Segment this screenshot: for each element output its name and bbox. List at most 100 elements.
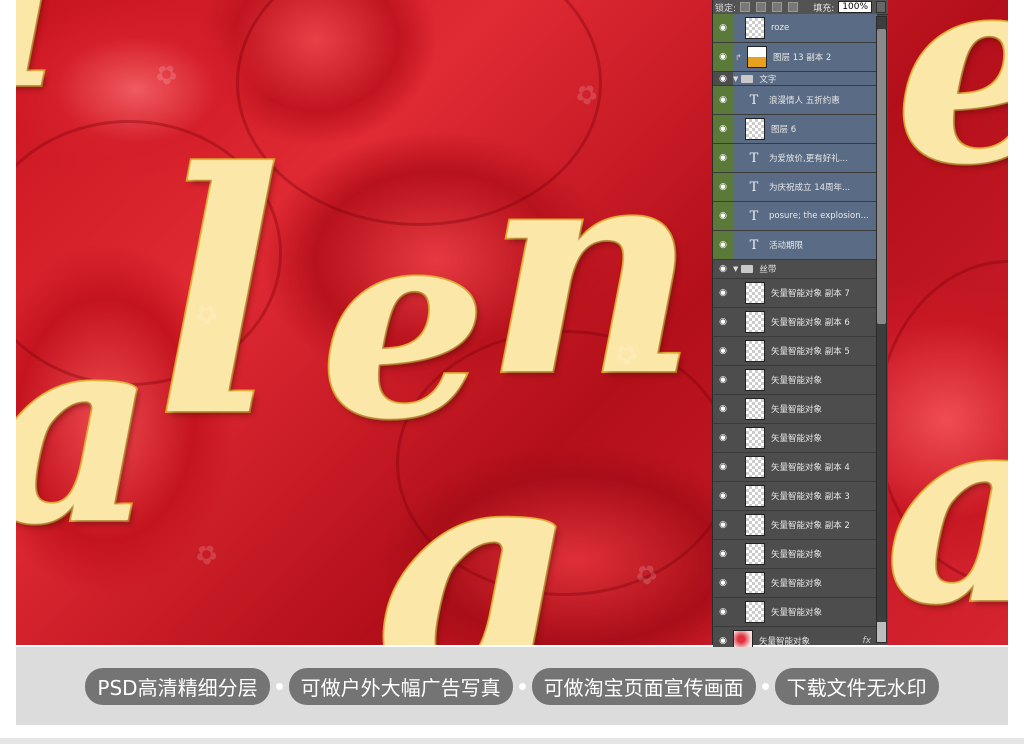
visibility-eye-icon[interactable]: ◉ [713,482,733,510]
layer-name: 图层 6 [771,125,797,135]
layer-name: 矢量智能对象 副本 6 [771,318,850,328]
text-layer-icon: T [749,208,759,224]
layer-thumbnail [745,340,765,362]
visibility-eye-icon[interactable]: ◉ [713,144,733,172]
lock-transparent-icon[interactable] [740,2,751,12]
layer-row[interactable]: ◉ T 浪漫情人 五折约惠 [713,86,877,115]
layer-name: 为爱放价,更有好礼... [769,154,848,164]
visibility-eye-icon[interactable]: ◉ [713,231,733,259]
feature-pill: 下载文件无水印 [774,667,939,705]
layer-row[interactable]: ◉ roze [713,14,877,43]
footer-strip [0,738,1024,744]
script-letter-a: a [16,298,156,562]
visibility-eye-icon[interactable]: ◉ [713,540,733,568]
visibility-eye-icon[interactable]: ◉ [713,395,733,423]
fill-input[interactable]: 100% [838,1,872,13]
layer-thumbnail [745,282,765,304]
layer-name: 活动期限 [769,241,804,251]
visibility-eye-icon[interactable]: ◉ [713,43,733,71]
lock-image-icon[interactable] [756,2,767,12]
visibility-eye-icon[interactable]: ◉ [713,569,733,597]
layer-row[interactable]: ◉ T 为庆祝成立 14周年... [713,173,877,202]
visibility-eye-icon[interactable]: ◉ [713,260,733,278]
layer-row[interactable]: ◉ T 活动期限 [713,231,877,260]
layer-row[interactable]: ◉ 矢量智能对象 [713,424,877,453]
script-letter-bottom-a: a [374,393,579,645]
layer-name: posure; the explosion... [769,211,869,221]
folder-icon [741,74,754,83]
layer-name: 矢量智能对象 [759,637,811,647]
layer-row[interactable]: ◉ 矢量智能对象 副本 3 [713,482,877,511]
layer-thumbnail [745,485,765,507]
lock-all-icon[interactable] [788,2,799,12]
layer-list: ◉ roze ◉ ↱ 图层 13 副本 2 ◉ ▼ 文字 ◉ T 浪漫情人 五折… [713,14,877,656]
layer-row[interactable]: ◉ 矢量智能对象 [713,569,877,598]
layer-group-row[interactable]: ◉ ▼ 丝带 [713,260,877,279]
visibility-eye-icon[interactable]: ◉ [713,511,733,539]
layer-row[interactable]: ◉ 矢量智能对象 副本 7 [713,279,877,308]
layer-row[interactable]: ◉ 矢量智能对象 [713,598,877,627]
layer-name: 矢量智能对象 [771,579,823,589]
separator-dot [518,682,526,690]
visibility-eye-icon[interactable]: ◉ [713,72,733,85]
visibility-eye-icon[interactable]: ◉ [713,337,733,365]
layer-thumbnail [745,17,765,39]
visibility-eye-icon[interactable]: ◉ [713,86,733,114]
layers-scrollbar[interactable] [876,16,887,643]
text-layer-icon: T [749,237,759,253]
visibility-eye-icon[interactable]: ◉ [713,424,733,452]
layer-effects-icon[interactable]: fx [863,636,872,646]
visibility-eye-icon[interactable]: ◉ [713,598,733,626]
visibility-eye-icon[interactable]: ◉ [713,453,733,481]
clip-link-icon: ↱ [735,52,742,62]
feature-pills: PSD高清精细分层 可做户外大幅广告写真 可做淘宝页面宣传画面 下载文件无水印 [16,647,1008,725]
layer-row[interactable]: ◉ 矢量智能对象 [713,395,877,424]
visibility-eye-icon[interactable]: ◉ [713,279,733,307]
layer-row[interactable]: ◉ 矢量智能对象 副本 6 [713,308,877,337]
layer-name: 矢量智能对象 副本 3 [771,492,850,502]
lock-label: 锁定: [715,3,737,14]
visibility-eye-icon[interactable]: ◉ [713,202,733,230]
layer-row[interactable]: ◉ ↱ 图层 13 副本 2 [713,43,877,72]
layer-group-row[interactable]: ◉ ▼ 文字 [713,72,877,86]
expand-arrow-icon[interactable]: ▼ [733,265,738,273]
layer-thumbnail [745,118,765,140]
fill-dropdown-button[interactable] [876,1,886,13]
layer-name: 矢量智能对象 副本 2 [771,521,850,531]
layer-name: 为庆祝成立 14周年... [769,183,851,193]
layer-name: 矢量智能对象 副本 7 [771,289,850,299]
layer-row[interactable]: ◉ 图层 6 [713,115,877,144]
layer-row[interactable]: ◉ 矢量智能对象 副本 2 [713,511,877,540]
visibility-eye-icon[interactable]: ◉ [713,14,733,42]
layer-row[interactable]: ◉ 矢量智能对象 副本 5 [713,337,877,366]
expand-arrow-icon[interactable]: ▼ [733,75,738,83]
lock-position-icon[interactable] [772,2,783,12]
layer-thumbnail [745,572,765,594]
visibility-eye-icon[interactable]: ◉ [713,115,733,143]
layer-thumbnail [745,601,765,623]
layer-row[interactable]: ◉ 矢量智能对象 [713,540,877,569]
script-letter-top: i [16,0,65,122]
layers-panel-toolbar: 锁定: 填充: 100% [713,0,888,15]
layer-name: 浪漫情人 五折约惠 [769,96,840,106]
feature-pill: PSD高清精细分层 [85,667,270,705]
visibility-eye-icon[interactable]: ◉ [713,173,733,201]
text-layer-icon: T [749,92,759,108]
watermark: ✿ [148,56,185,94]
layer-row[interactable]: ◉ 矢量智能对象 副本 4 [713,453,877,482]
layer-name: roze [771,23,790,33]
layer-name: 矢量智能对象 副本 4 [771,463,850,473]
layer-name: 丝带 [759,265,777,275]
visibility-eye-icon[interactable]: ◉ [713,366,733,394]
layer-name: 矢量智能对象 [771,405,823,415]
feature-pill: 可做户外大幅广告写真 [288,667,513,705]
scrollbar-thumb[interactable] [877,29,886,324]
layer-row[interactable]: ◉ 矢量智能对象 [713,366,877,395]
visibility-eye-icon[interactable]: ◉ [713,308,733,336]
layer-row[interactable]: ◉ T 为爱放价,更有好礼... [713,144,877,173]
separator-dot [761,682,769,690]
layer-row[interactable]: ◉ T posure; the explosion... [713,202,877,231]
folder-icon [741,265,754,273]
scrollbar-down-arrow[interactable] [877,622,886,642]
script-letter-l: l [154,101,283,489]
